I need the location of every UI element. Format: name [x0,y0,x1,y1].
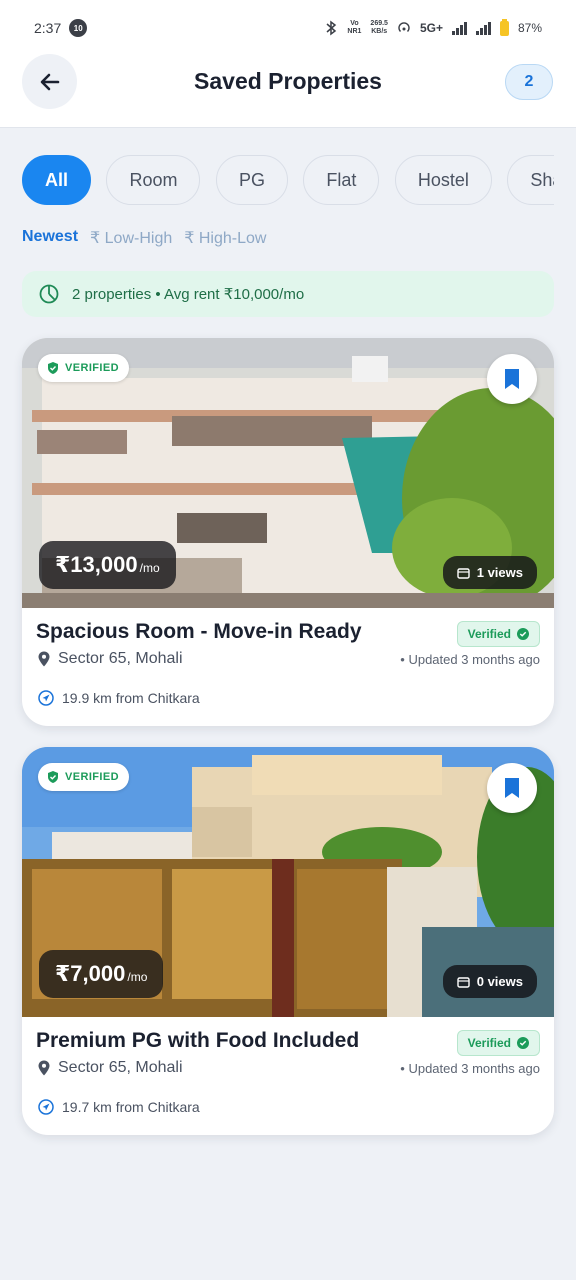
filter-chip-room[interactable]: Room [106,155,201,205]
property-title[interactable]: Premium PG with Food Included [36,1029,359,1053]
volte-indicator: Vo NR1 [347,20,362,35]
shield-check-icon [48,771,58,783]
verified-tag: Verified [456,1030,540,1056]
price-amount: ₹13,000 [55,552,138,577]
calendar-icon [457,976,470,988]
price-tag: ₹7,000 /mo [39,950,164,998]
verified-tag-label: Verified [467,627,511,641]
location-text: Sector 65, Mohali [58,1059,183,1076]
battery-icon [499,18,509,36]
sort-low-high[interactable]: ₹ Low-High [90,228,172,248]
property-distance: 19.7 km from Chitkara [38,1099,200,1115]
sort-options: Newest ₹ Low-High ₹ High-Low [22,228,266,248]
price-amount: ₹7,000 [55,961,126,986]
navigation-icon [38,690,54,706]
check-circle-icon [517,1037,529,1049]
filter-chip-share[interactable]: Share [507,155,554,205]
app-header: Saved Properties 2 [0,40,576,128]
filter-chip-all[interactable]: All [22,155,92,205]
sort-newest[interactable]: Newest [22,228,78,248]
verified-badge-label: VERIFIED [65,362,119,374]
shield-check-icon [48,362,58,374]
battery-level: 87% [517,21,542,35]
summary-text: 2 properties • Avg rent ₹10,000/mo [72,286,305,303]
property-location: Sector 65, Mohali [38,1059,183,1077]
verified-tag: Verified [456,621,540,647]
network-speed: 269.5 KB/s [370,20,388,35]
property-distance: 19.9 km from Chitkara [38,690,200,706]
price-unit: /mo [127,970,148,984]
verified-tag-label: Verified [467,1036,511,1050]
location-text: Sector 65, Mohali [58,650,183,667]
network-type: 5G+ [419,21,443,35]
price-unit: /mo [139,561,160,575]
bookmark-icon [505,369,519,389]
map-pin-icon [38,1060,50,1076]
price-tag: ₹13,000 /mo [39,541,176,589]
property-card[interactable]: VERIFIED ₹7,000 /mo 0 views Premium PG w… [22,747,554,1135]
status-time: 2:37 [34,20,62,36]
page-title: Saved Properties [194,68,382,94]
filter-chips: All Room PG Flat Hostel Share [22,155,554,205]
saved-count-badge: 2 [505,64,553,100]
property-location: Sector 65, Mohali [38,650,183,668]
property-photo[interactable]: VERIFIED ₹13,000 /mo 1 views [22,338,554,608]
bookmark-button[interactable] [487,354,537,404]
property-photo[interactable]: VERIFIED ₹7,000 /mo 0 views [22,747,554,1017]
distance-text: 19.7 km from Chitkara [62,1099,200,1115]
verified-badge: VERIFIED [38,763,129,791]
distance-text: 19.9 km from Chitkara [62,690,200,706]
map-pin-icon [38,651,50,667]
verified-badge: VERIFIED [38,354,129,382]
signal-icon-2 [475,21,491,35]
summary-banner: 2 properties • Avg rent ₹10,000/mo [22,271,554,317]
property-title[interactable]: Spacious Room - Move-in Ready [36,620,362,644]
calendar-icon [457,567,470,579]
bluetooth-icon [326,20,337,36]
sort-high-low[interactable]: ₹ High-Low [184,228,266,248]
updated-time: • Updated 3 months ago [400,652,540,667]
property-card[interactable]: VERIFIED ₹13,000 /mo 1 views Spacious Ro… [22,338,554,726]
verified-badge-label: VERIFIED [65,771,119,783]
views-label: 0 views [476,974,523,989]
navigation-icon [38,1099,54,1115]
hotspot-icon [398,22,410,32]
updated-time: • Updated 3 months ago [400,1061,540,1076]
status-icons: Vo NR1 269.5 KB/s 5G+ 87% [324,18,542,36]
signal-icon [451,21,467,35]
filter-chip-pg[interactable]: PG [215,155,288,205]
views-count: 1 views [442,556,537,589]
filter-chip-hostel[interactable]: Hostel [394,155,492,205]
filter-chip-flat[interactable]: Flat [303,155,380,205]
chart-pie-icon [39,284,59,304]
check-circle-icon [517,628,529,640]
views-count: 0 views [442,965,537,998]
bookmark-icon [505,778,519,798]
notification-count-icon: 10 [69,19,88,37]
views-label: 1 views [476,565,523,580]
bookmark-button[interactable] [487,763,537,813]
